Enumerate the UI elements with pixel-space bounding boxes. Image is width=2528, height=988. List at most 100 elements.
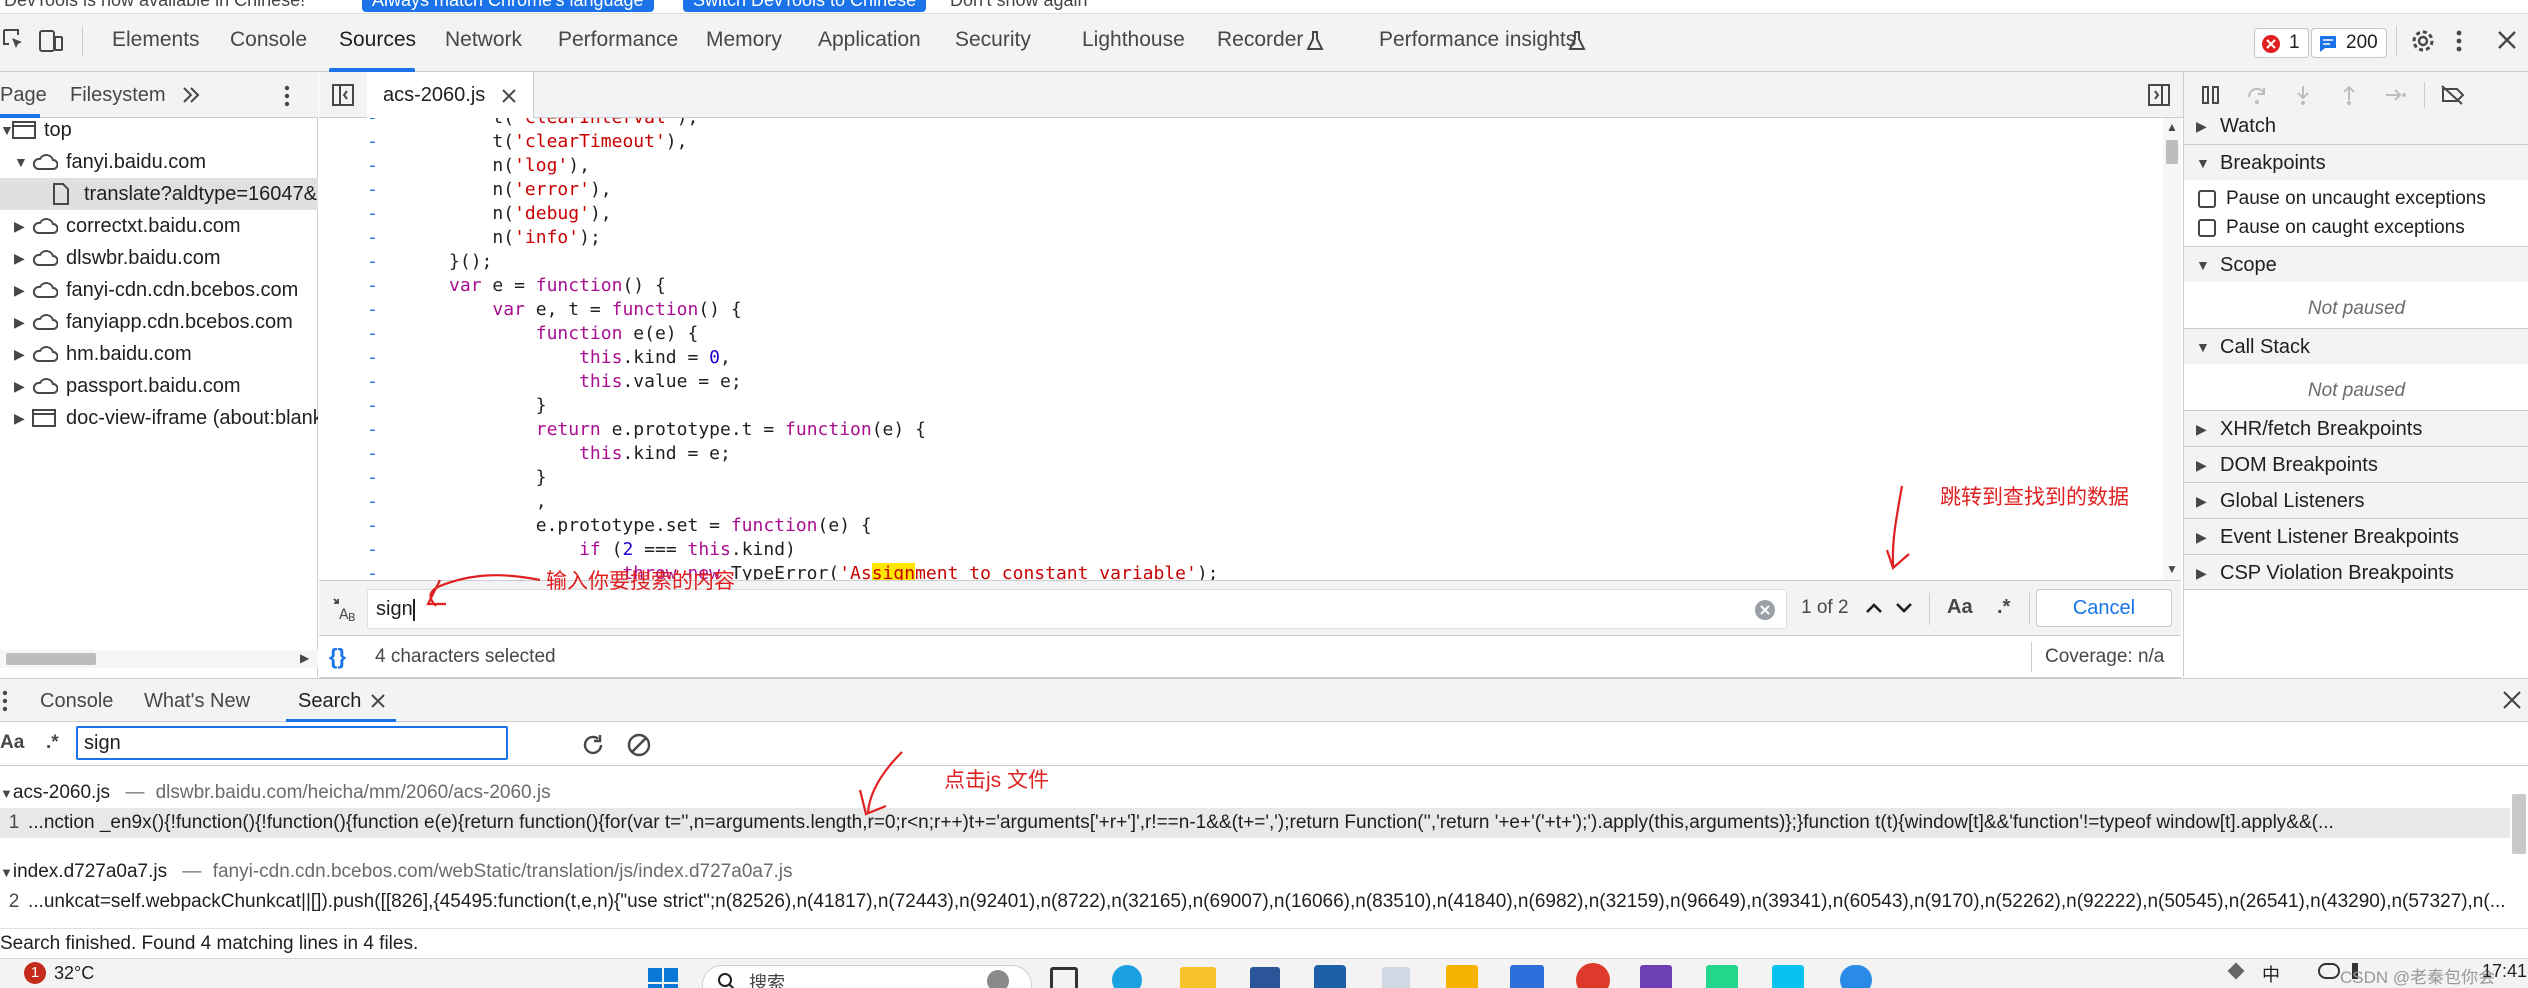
- pycharm-icon[interactable]: [1706, 965, 1738, 988]
- tree-item-top[interactable]: ▼ top: [0, 114, 318, 146]
- deactivate-breakpoints-icon[interactable]: [2440, 84, 2466, 106]
- more-options-icon[interactable]: [2454, 28, 2464, 54]
- editor-vertical-scrollbar[interactable]: ▲ ▼: [2163, 118, 2181, 580]
- visual-studio-icon[interactable]: [1640, 965, 1672, 988]
- tree-item-fanyi-cdn[interactable]: ▶ fanyi-cdn.cdn.bcebos.com: [0, 274, 318, 306]
- tree-item-fanyiapp[interactable]: ▶ fanyiapp.cdn.bcebos.com: [0, 306, 318, 338]
- expand-triangle-icon[interactable]: ▼: [14, 146, 28, 178]
- result-match-line[interactable]: 1 ...nction _en9x(){!function(){!function…: [0, 808, 2510, 838]
- section-scope[interactable]: ▼ Scope: [2184, 246, 2528, 282]
- drawer-menu-icon[interactable]: [0, 689, 10, 713]
- cancel-find-button[interactable]: Cancel: [2036, 589, 2172, 627]
- section-dom-breakpoints[interactable]: ▶ DOM Breakpoints: [2184, 446, 2528, 482]
- drawer-tab-search[interactable]: Search: [298, 690, 361, 713]
- tab-sources[interactable]: Sources: [339, 28, 416, 52]
- tab-elements[interactable]: Elements: [112, 28, 200, 52]
- app-icon[interactable]: [1446, 965, 1478, 988]
- tree-item-dlswbr[interactable]: ▶ dlswbr.baidu.com: [0, 242, 318, 274]
- result-file-header[interactable]: ▼index.d727a0a7.js — fanyi-cdn.cdn.bcebo…: [0, 857, 793, 887]
- search-match-case-toggle[interactable]: Aa: [0, 732, 24, 754]
- tab-security[interactable]: Security: [955, 28, 1031, 52]
- more-tabs-chevron-icon[interactable]: [180, 84, 202, 106]
- section-global-listeners[interactable]: ▶ Global Listeners: [2184, 482, 2528, 518]
- app-icon[interactable]: [1382, 967, 1410, 988]
- collapse-triangle-icon[interactable]: ▶: [14, 306, 25, 338]
- section-xhr-breakpoints[interactable]: ▶ XHR/fetch Breakpoints: [2184, 410, 2528, 446]
- navigator-menu-icon[interactable]: [282, 84, 292, 108]
- clear-input-icon[interactable]: [1754, 599, 1776, 621]
- app-icon[interactable]: [1314, 965, 1346, 988]
- settings-gear-icon[interactable]: [2410, 28, 2436, 54]
- refresh-search-icon[interactable]: [580, 732, 606, 758]
- horizontal-scrollbar[interactable]: ▶: [0, 650, 318, 668]
- close-search-tab-icon[interactable]: [370, 693, 386, 709]
- replace-toggle-icon[interactable]: AB: [331, 595, 359, 623]
- result-match-line[interactable]: 2 ...unkcat=self.webpackChunkcat||[]).pus…: [0, 887, 2510, 917]
- tree-item-hm[interactable]: ▶ hm.baidu.com: [0, 338, 318, 370]
- section-csp-breakpoints[interactable]: ▶ CSP Violation Breakpoints: [2184, 554, 2528, 590]
- tree-item-translate[interactable]: translate?aldtype=16047&: [0, 178, 318, 210]
- match-language-button[interactable]: Always match Chrome's language: [362, 0, 654, 12]
- windows-start-icon[interactable]: [646, 966, 680, 988]
- collapse-triangle-icon[interactable]: ▶: [14, 402, 25, 434]
- store-icon[interactable]: [1250, 967, 1280, 988]
- find-input[interactable]: sign: [367, 589, 1787, 629]
- close-drawer-icon[interactable]: [2502, 690, 2522, 710]
- chrome-icon[interactable]: [1576, 963, 1610, 988]
- step-icon[interactable]: [2384, 84, 2408, 106]
- pretty-print-icon[interactable]: {}: [329, 644, 346, 670]
- close-devtools-icon[interactable]: [2496, 29, 2518, 51]
- step-over-icon[interactable]: [2246, 84, 2268, 106]
- match-case-toggle[interactable]: Aa: [1947, 596, 1973, 619]
- collapse-triangle-icon[interactable]: ▶: [14, 210, 25, 242]
- tab-page[interactable]: Page: [0, 84, 47, 107]
- taskbar-search-box[interactable]: 搜索: [702, 965, 1032, 988]
- tab-network[interactable]: Network: [445, 28, 522, 52]
- webstorm-icon[interactable]: [1772, 965, 1804, 988]
- tree-item-passport[interactable]: ▶ passport.baidu.com: [0, 370, 318, 402]
- inspect-element-icon[interactable]: [2, 28, 26, 54]
- switch-language-button[interactable]: Switch DevTools to Chinese: [683, 0, 927, 12]
- result-file-header[interactable]: ▼acs-2060.js — dlswbr.baidu.com/heicha/m…: [0, 778, 551, 808]
- tree-item-doc-view-iframe[interactable]: ▶ doc-view-iframe (about:blank): [0, 402, 318, 434]
- message-count-badge[interactable]: 200: [2311, 28, 2387, 58]
- tab-memory[interactable]: Memory: [706, 28, 782, 52]
- tray-chevron-icon[interactable]: [2227, 962, 2245, 980]
- next-match-icon[interactable]: [1893, 597, 1915, 619]
- collapse-triangle-icon[interactable]: ▶: [14, 274, 25, 306]
- clock-time[interactable]: 17:41: [2482, 961, 2527, 982]
- toggle-navigator-icon[interactable]: [331, 83, 355, 107]
- edge-icon[interactable]: [1112, 965, 1142, 988]
- tab-application[interactable]: Application: [818, 28, 921, 52]
- pause-resume-icon[interactable]: [2200, 84, 2222, 106]
- pause-caught-checkbox[interactable]: [2198, 219, 2216, 237]
- search-regex-toggle[interactable]: .*: [46, 732, 59, 754]
- app-icon[interactable]: [1510, 965, 1544, 988]
- section-call-stack[interactable]: ▼ Call Stack: [2184, 328, 2528, 364]
- regex-toggle[interactable]: .*: [1997, 596, 2010, 619]
- error-count-badge[interactable]: 1: [2254, 28, 2309, 58]
- previous-match-icon[interactable]: [1863, 597, 1885, 619]
- tab-recorder[interactable]: Recorder: [1217, 28, 1303, 52]
- tab-performance-insights[interactable]: Performance insights: [1379, 28, 1576, 52]
- task-view-icon[interactable]: [1050, 967, 1078, 988]
- step-into-icon[interactable]: [2292, 84, 2314, 106]
- ime-indicator[interactable]: 中: [2262, 961, 2280, 987]
- step-out-icon[interactable]: [2338, 84, 2360, 106]
- app-icon[interactable]: [1840, 965, 1872, 988]
- section-breakpoints[interactable]: ▼ Breakpoints: [2184, 144, 2528, 180]
- device-toolbar-icon[interactable]: [38, 28, 64, 54]
- drawer-tab-console[interactable]: Console: [40, 690, 113, 713]
- toggle-debugger-icon[interactable]: [2147, 83, 2171, 107]
- tab-performance[interactable]: Performance: [558, 28, 678, 52]
- weather-text[interactable]: 32°C: [54, 963, 94, 984]
- tree-item-correctxt[interactable]: ▶ correctxt.baidu.com: [0, 210, 318, 242]
- tab-console[interactable]: Console: [230, 28, 307, 52]
- section-event-listener-breakpoints[interactable]: ▶ Event Listener Breakpoints: [2184, 518, 2528, 554]
- tab-lighthouse[interactable]: Lighthouse: [1082, 28, 1185, 52]
- collapse-triangle-icon[interactable]: ▶: [14, 338, 25, 370]
- close-tab-icon[interactable]: [501, 88, 517, 104]
- tree-item-fanyi[interactable]: ▼ fanyi.baidu.com: [0, 146, 318, 178]
- file-explorer-icon[interactable]: [1180, 967, 1216, 988]
- dismiss-infobar-button[interactable]: Don't show again: [950, 0, 1088, 11]
